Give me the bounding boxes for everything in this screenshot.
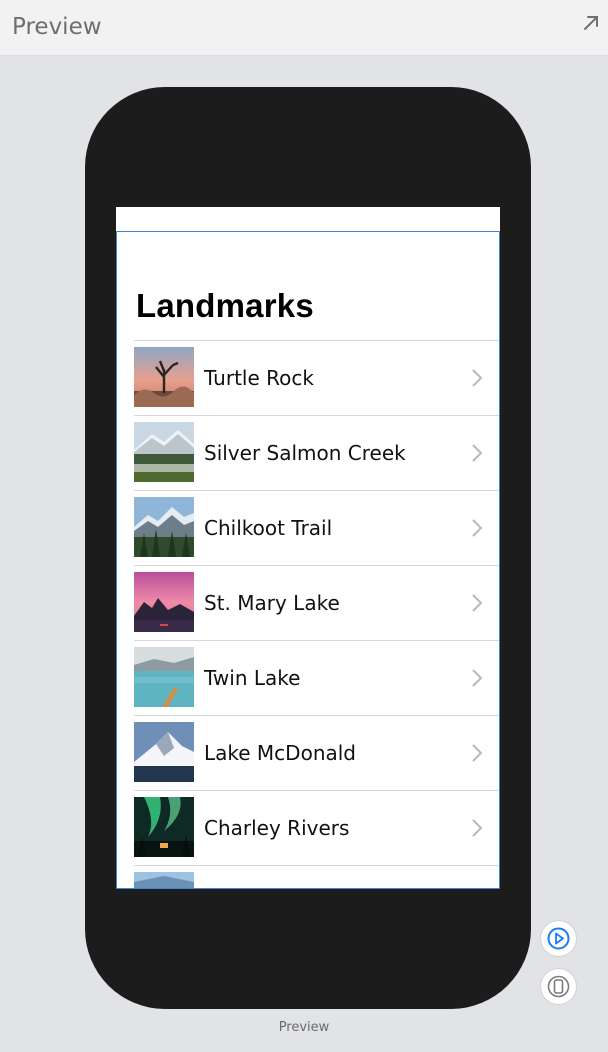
landmark-name: Twin Lake (204, 666, 301, 690)
device-screen: Landmarks Turtle Rock Silver Salmon Cree… (116, 207, 500, 889)
list-item[interactable]: Charley Rivers (117, 790, 499, 865)
landmark-name: Chilkoot Trail (204, 516, 333, 540)
preview-titlebar: Preview (0, 0, 608, 56)
landmark-thumbnail (134, 722, 194, 782)
chevron-right-icon (472, 519, 483, 537)
expand-icon[interactable] (580, 12, 602, 34)
list-item[interactable]: St. Mary Lake (117, 565, 499, 640)
preview-caption: Preview (278, 1020, 330, 1035)
chevron-right-icon (472, 669, 483, 687)
row-separator (134, 865, 499, 866)
list-item[interactable]: Chilkoot Trail (117, 490, 499, 565)
landmark-name: Lake McDonald (204, 741, 357, 765)
landmark-thumbnail (134, 872, 194, 888)
list-item[interactable]: Turtle Rock (117, 340, 499, 415)
landmark-name: St. Mary Lake (204, 591, 340, 615)
row-separator (134, 790, 499, 791)
chevron-right-icon (472, 444, 483, 462)
row-separator (134, 715, 499, 716)
live-preview-button[interactable] (541, 921, 576, 956)
list-item[interactable]: Silver Salmon Creek (117, 415, 499, 490)
device-settings-button[interactable] (541, 969, 576, 1004)
chevron-right-icon (472, 819, 483, 837)
chevron-right-icon (472, 369, 483, 387)
landmark-thumbnail (134, 497, 194, 557)
landmark-thumbnail (134, 347, 194, 407)
live-preview-play-icon (547, 927, 570, 950)
list-item[interactable]: Twin Lake (117, 640, 499, 715)
landmark-list-view: Landmarks Turtle Rock Silver Salmon Cree… (116, 231, 500, 889)
chevron-right-icon (472, 594, 483, 612)
landmark-thumbnail (134, 797, 194, 857)
device-icon (547, 975, 570, 998)
nav-large-title: Landmarks (136, 287, 314, 324)
landmark-thumbnail (134, 422, 194, 482)
row-separator (134, 415, 499, 416)
row-separator (134, 640, 499, 641)
list-item[interactable] (117, 865, 499, 888)
landmark-name: Silver Salmon Creek (204, 441, 406, 465)
list-item[interactable]: Lake McDonald (117, 715, 499, 790)
row-separator (134, 340, 499, 341)
chevron-right-icon (472, 744, 483, 762)
landmark-name: Charley Rivers (204, 816, 350, 840)
row-separator (134, 565, 499, 566)
panel-title: Preview (12, 14, 102, 40)
landmark-thumbnail (134, 647, 194, 707)
row-separator (134, 490, 499, 491)
landmark-list: Turtle Rock Silver Salmon Creek Chilkoot… (117, 340, 499, 888)
landmark-thumbnail (134, 572, 194, 632)
landmark-name: Turtle Rock (204, 366, 314, 390)
